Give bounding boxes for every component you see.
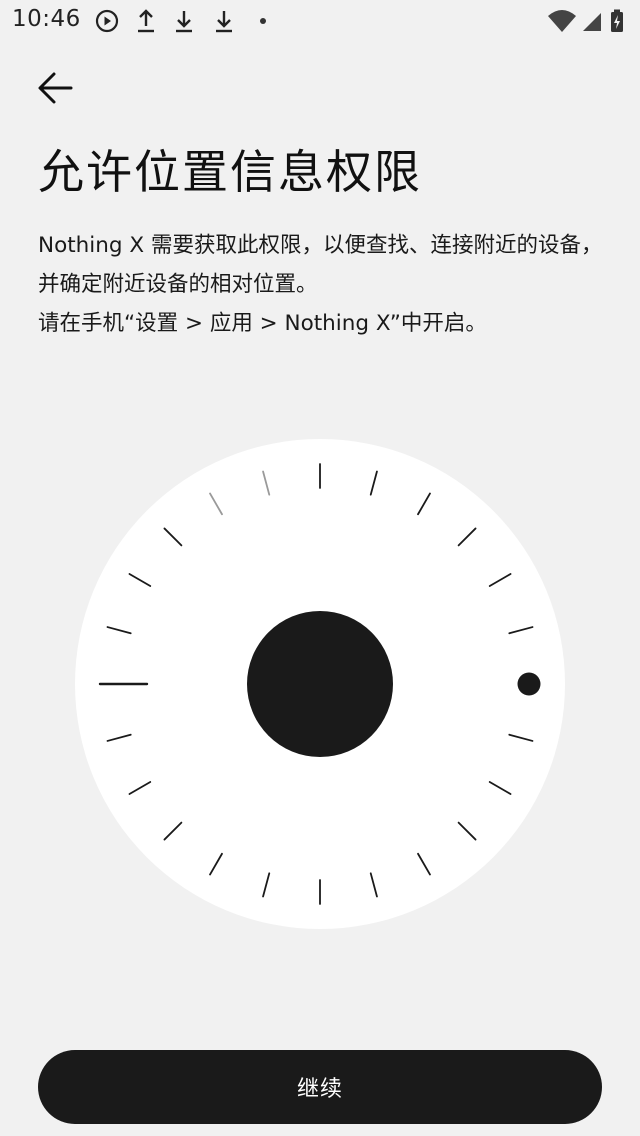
status-bar: 10:46 [0, 0, 640, 44]
upload-icon [138, 9, 154, 33]
permission-description: Nothing X 需要获取此权限，以便查找、连接附近的设备，并确定附近设备的相… [38, 226, 618, 343]
dial-indicator-dot [517, 672, 541, 696]
arrow-left-icon [38, 72, 73, 104]
page-title: 允许位置信息权限 [38, 145, 422, 199]
notification-dot-icon [260, 18, 266, 24]
back-button[interactable] [30, 62, 82, 114]
wifi-icon [548, 10, 576, 32]
battery-charging-icon [611, 9, 623, 32]
download-icon [176, 11, 192, 33]
status-time: 10:46 [12, 6, 81, 32]
description-line-2: 请在手机“设置 > 应用 > Nothing X”中开启。 [38, 311, 487, 336]
play-circle-icon [95, 9, 119, 33]
continue-button[interactable]: 继续 [38, 1050, 602, 1124]
location-dial-illustration [75, 439, 565, 929]
cellular-signal-icon [583, 13, 601, 31]
download-icon [216, 11, 232, 33]
description-line-1: Nothing X 需要获取此权限，以便查找、连接附近的设备，并确定附近设备的相… [38, 233, 603, 297]
dial-center-circle [247, 611, 393, 757]
